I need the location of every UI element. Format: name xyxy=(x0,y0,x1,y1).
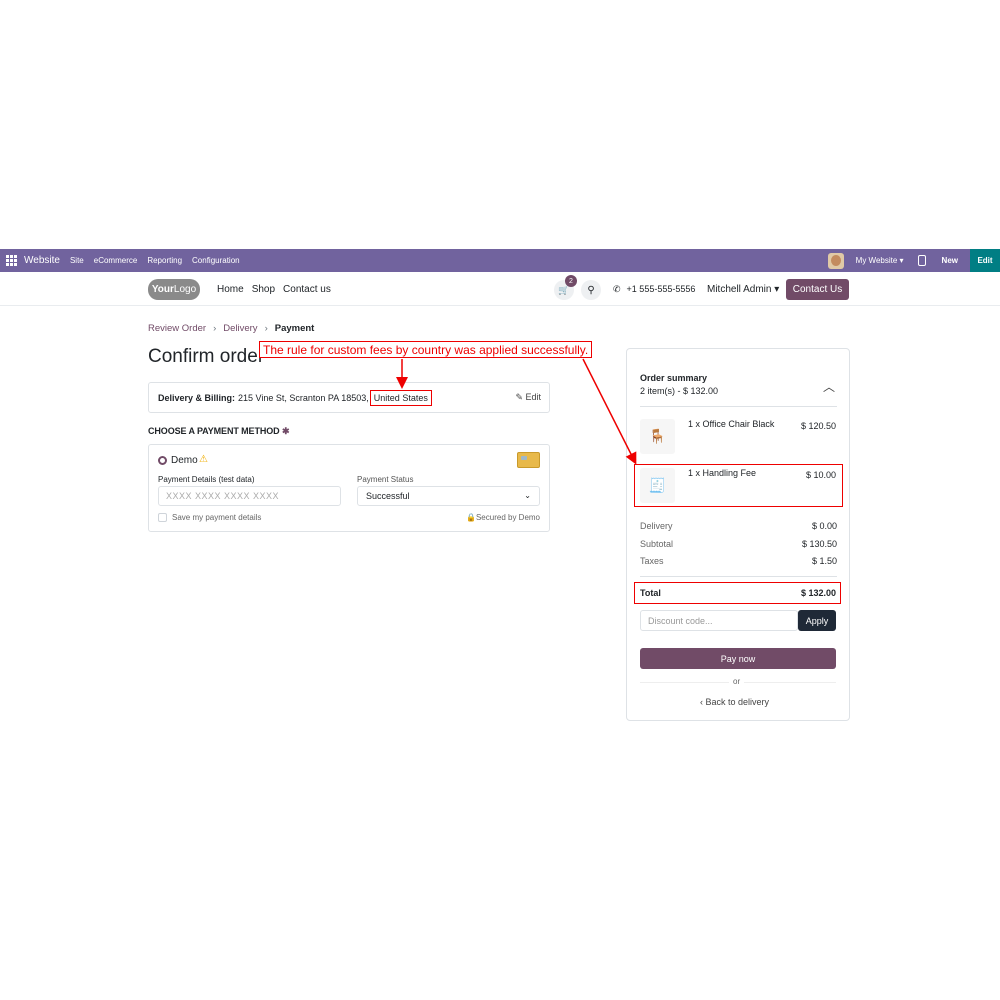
payment-status-label: Payment Status xyxy=(357,475,414,484)
row-value: $ 130.50 xyxy=(801,539,837,549)
site-logo[interactable]: Your Logo xyxy=(148,279,200,300)
row-label: Taxes xyxy=(640,556,664,566)
breadcrumb-separator: › xyxy=(213,323,217,334)
breadcrumb-payment: Payment xyxy=(274,323,315,334)
site-header: Your Logo Home Shop Contact us 🛒 2 ⚲ ✆ +1… xyxy=(0,272,1000,306)
edit-address-label: Edit xyxy=(525,392,541,402)
admin-bar: Website Site eCommerce Reporting Configu… xyxy=(0,249,1000,272)
payment-status-select[interactable]: Successful ⌄ xyxy=(357,486,540,506)
admin-brand[interactable]: Website xyxy=(24,255,60,266)
card-icon xyxy=(517,452,540,468)
search-button[interactable]: ⚲ xyxy=(581,280,601,300)
payment-method-name: Demo xyxy=(171,455,198,466)
payment-method-title-text: CHOOSE A PAYMENT METHOD xyxy=(148,426,280,436)
back-to-delivery-link[interactable]: ‹ Back to delivery xyxy=(700,697,769,707)
bug-icon: ✱ xyxy=(281,426,290,436)
order-summary: Order summary 2 item(s) - $ 132.00 ︿ 🪑 1… xyxy=(626,348,850,721)
chevron-down-icon: ⌄ xyxy=(524,491,531,500)
avatar[interactable] xyxy=(827,252,844,269)
payment-method-box: Demo ⚠ Payment Details (test data) Payme… xyxy=(148,444,550,532)
nav-home[interactable]: Home xyxy=(217,284,244,295)
payment-method-title: CHOOSE A PAYMENT METHOD ✱ xyxy=(148,426,290,437)
lock-icon: 🔒 xyxy=(466,513,476,522)
delivery-country: United States xyxy=(369,389,432,406)
secured-label: Secured by Demo xyxy=(475,513,540,522)
user-menu[interactable]: Mitchell Admin ▾ xyxy=(707,284,779,295)
phone-link[interactable]: ✆ +1 555-555-5556 xyxy=(613,284,695,295)
warning-icon: ⚠ xyxy=(199,454,208,465)
summary-row-taxes: Taxes $ 1.50 xyxy=(640,556,837,566)
phone-icon: ✆ xyxy=(613,284,621,294)
logo-rest: Logo xyxy=(173,284,197,295)
save-payment-checkbox[interactable] xyxy=(158,513,167,522)
page-title: Confirm order xyxy=(148,346,265,367)
edit-button[interactable]: Edit xyxy=(970,249,1000,272)
breadcrumb-delivery[interactable]: Delivery xyxy=(223,323,257,334)
divider xyxy=(640,406,837,407)
search-icon: ⚲ xyxy=(587,284,595,296)
summary-subtitle: 2 item(s) - $ 132.00 xyxy=(640,386,719,396)
nav-contact[interactable]: Contact us xyxy=(283,284,331,295)
delivery-label: Delivery & Billing: xyxy=(158,392,236,403)
admin-menu-reporting[interactable]: Reporting xyxy=(147,256,182,265)
breadcrumb: Review Order › Delivery › Payment xyxy=(148,323,314,334)
total-value: $ 132.00 xyxy=(800,588,836,598)
edit-address-link[interactable]: ✎ Edit xyxy=(515,392,541,403)
delivery-address: 215 Vine St, Scranton PA 18503, xyxy=(238,392,369,403)
office-chair-icon: 🪑 xyxy=(640,419,675,454)
total-row: Total $ 132.00 xyxy=(634,582,841,604)
mobile-preview-icon[interactable] xyxy=(917,255,926,266)
admin-menu-site[interactable]: Site xyxy=(70,256,84,265)
payment-radio-demo[interactable] xyxy=(158,456,167,465)
delivery-billing-box: Delivery & Billing: 215 Vine St, Scranto… xyxy=(148,382,550,413)
summary-title: Order summary xyxy=(640,373,708,383)
row-label: Delivery xyxy=(640,521,673,531)
handling-fee-highlight xyxy=(634,464,843,507)
contact-us-button[interactable]: Contact Us xyxy=(786,279,849,300)
admin-menu-configuration[interactable]: Configuration xyxy=(192,256,240,265)
product-name: 1 x Office Chair Black xyxy=(688,419,775,429)
nav-shop[interactable]: Shop xyxy=(252,284,275,295)
cart-count-badge: 2 xyxy=(565,275,577,287)
save-payment-label: Save my payment details xyxy=(172,513,262,522)
logo-bold: Your xyxy=(151,284,174,295)
admin-menu-ecommerce[interactable]: eCommerce xyxy=(94,256,138,265)
payment-details-label: Payment Details (test data) xyxy=(158,475,255,484)
annotation-note: The rule for custom fees by country was … xyxy=(259,341,593,358)
main-nav: Home Shop Contact us xyxy=(217,284,331,295)
product-price: $ 120.50 xyxy=(800,421,836,431)
new-button[interactable]: New xyxy=(942,256,958,265)
discount-code-input[interactable]: Discount code... xyxy=(640,610,798,631)
phone-number: +1 555-555-5556 xyxy=(626,284,696,294)
row-value: $ 0.00 xyxy=(811,521,837,531)
breadcrumb-review-order[interactable]: Review Order xyxy=(148,323,206,334)
summary-product-row: 🪑 1 x Office Chair Black $ 120.50 xyxy=(640,419,836,454)
secured-by: 🔒Secured by Demo xyxy=(466,513,540,522)
summary-row-delivery: Delivery $ 0.00 xyxy=(640,521,837,531)
apps-grid-icon[interactable] xyxy=(6,254,20,268)
pencil-icon: ✎ xyxy=(515,392,526,402)
row-value: $ 1.50 xyxy=(811,556,837,566)
or-label: or xyxy=(729,677,745,686)
total-label: Total xyxy=(640,588,661,598)
cart-button[interactable]: 🛒 2 xyxy=(554,275,577,300)
chevron-up-icon[interactable]: ︿ xyxy=(823,378,835,395)
breadcrumb-separator: › xyxy=(264,323,268,334)
pay-now-button[interactable]: Pay now xyxy=(640,648,836,669)
apply-button[interactable]: Apply xyxy=(798,610,836,631)
payment-status-value: Successful xyxy=(366,491,410,501)
divider xyxy=(640,576,837,577)
row-label: Subtotal xyxy=(640,539,674,549)
summary-row-subtotal: Subtotal $ 130.50 xyxy=(640,539,837,549)
website-switcher[interactable]: My Website ▾ xyxy=(856,256,904,265)
card-number-input[interactable]: XXXX XXXX XXXX XXXX xyxy=(158,486,341,506)
